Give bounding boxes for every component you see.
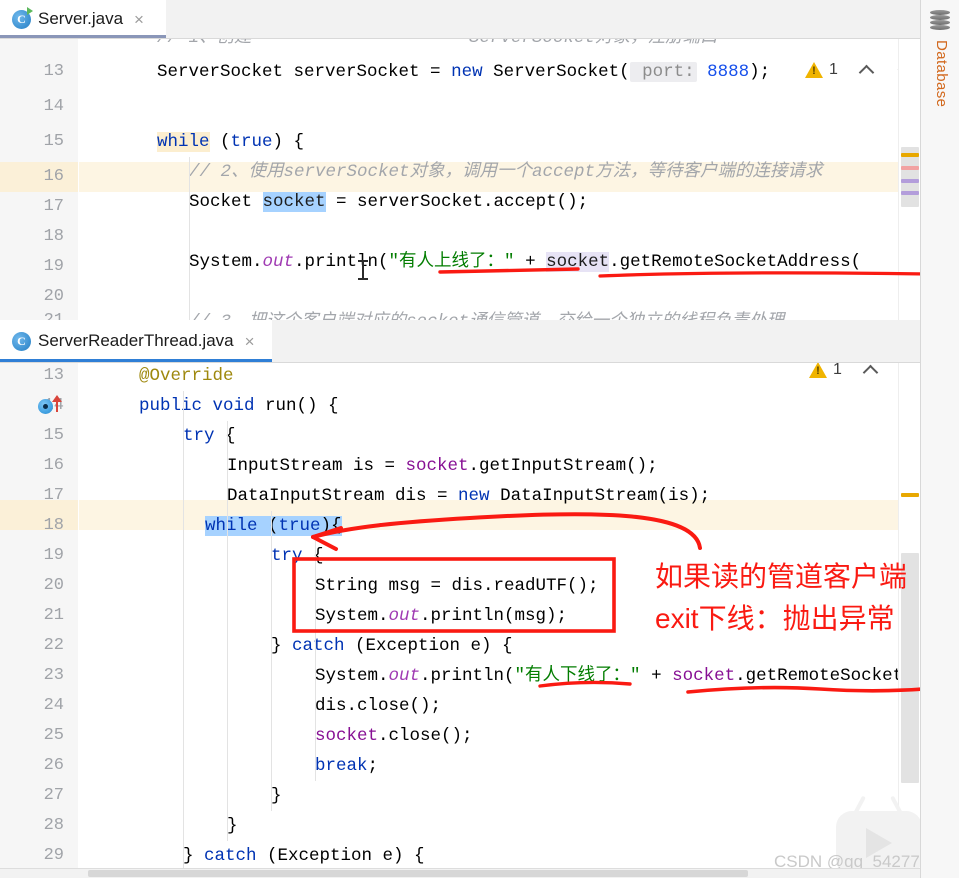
right-tool-sidebar: Database bbox=[920, 0, 959, 878]
horizontal-scrollbar-thumb[interactable] bbox=[88, 870, 748, 877]
current-line-highlight-gutter bbox=[0, 162, 78, 192]
close-icon[interactable]: × bbox=[134, 11, 144, 28]
chevron-up-icon[interactable] bbox=[862, 363, 879, 379]
line-number: 22 bbox=[43, 636, 64, 655]
code-line: @Override bbox=[139, 366, 234, 386]
chevron-up-icon[interactable] bbox=[858, 62, 875, 79]
line-number: 21 bbox=[43, 606, 64, 625]
code-line: } catch (Exception e) { bbox=[271, 636, 513, 656]
indent-guide bbox=[315, 541, 316, 781]
line-number: 18 bbox=[43, 516, 64, 535]
code-line: String msg = dis.readUTF(); bbox=[315, 576, 599, 596]
line-number: 17 bbox=[43, 197, 64, 216]
code-line: // 3、把这个客户端对应的socket通信管道，交给一个独立的线程负责处理。 bbox=[189, 307, 802, 320]
override-method-icon[interactable] bbox=[52, 395, 62, 412]
marker-usage bbox=[901, 191, 919, 195]
marker-error bbox=[901, 166, 919, 170]
tabbar-bottom: ServerReaderThread.java × bbox=[0, 320, 921, 363]
warning-triangle-icon[interactable] bbox=[809, 363, 827, 378]
line-number: 24 bbox=[43, 696, 64, 715]
line-number: 14 bbox=[43, 97, 64, 116]
horizontal-scrollbar-track[interactable] bbox=[0, 868, 921, 878]
line-number: 15 bbox=[43, 132, 64, 151]
code-editor-top[interactable]: 13 14 15 16 17 18 19 20 21 − // 1、创建 Ser… bbox=[0, 39, 921, 320]
red-note-line-2: exit下线：抛出异常 bbox=[655, 603, 895, 634]
line-number: 26 bbox=[43, 756, 64, 775]
code-line: socket.close(); bbox=[315, 726, 473, 746]
current-line-highlight-gutter bbox=[0, 500, 78, 530]
tabbar-top: Server.java × bbox=[0, 0, 921, 39]
line-number: 27 bbox=[43, 786, 64, 805]
warning-count: 1 bbox=[833, 363, 842, 378]
line-number: 16 bbox=[43, 167, 64, 186]
code-line: } bbox=[227, 816, 238, 836]
tab-title: Server.java bbox=[38, 9, 124, 28]
code-line: Socket socket = serverSocket.accept(); bbox=[189, 192, 589, 212]
line-number: 13 bbox=[43, 366, 64, 385]
warning-count: 1 bbox=[829, 61, 838, 78]
code-line: dis.close(); bbox=[315, 696, 442, 716]
indent-guide bbox=[271, 511, 272, 811]
editor-pane-serverreaderthread: ServerReaderThread.java × 13 14 15 16 17… bbox=[0, 320, 921, 878]
code-line: InputStream is = socket.getInputStream()… bbox=[227, 456, 658, 476]
close-icon[interactable]: × bbox=[245, 333, 255, 350]
tab-active-underline bbox=[0, 35, 166, 38]
java-class-run-icon bbox=[12, 6, 33, 29]
line-number: 28 bbox=[43, 816, 64, 835]
line-number: 29 bbox=[43, 846, 64, 865]
line-number: 25 bbox=[43, 726, 64, 745]
line-number: 18 bbox=[43, 227, 64, 246]
code-line: while (true){ bbox=[205, 516, 342, 536]
code-line: System.out.println("有人上线了：" + socket.get… bbox=[189, 252, 862, 272]
editor-pane-server: Server.java × 13 14 15 16 17 18 19 20 21… bbox=[0, 0, 921, 320]
line-number: 23 bbox=[43, 666, 64, 685]
code-line: break; bbox=[315, 756, 379, 776]
indent-guide bbox=[227, 421, 228, 841]
code-line: } catch (Exception e) { bbox=[183, 846, 425, 866]
tab-server-java[interactable]: Server.java × bbox=[0, 0, 166, 38]
line-number: 19 bbox=[43, 257, 64, 276]
line-number: 16 bbox=[43, 456, 64, 475]
marker-gutter-top[interactable] bbox=[898, 39, 921, 320]
code-line: // 2、使用serverSocket对象，调用一个accept方法，等待客户端… bbox=[189, 162, 823, 182]
code-line: public void run() { bbox=[139, 396, 339, 416]
code-line: ServerSocket serverSocket = new ServerSo… bbox=[157, 62, 771, 82]
code-area-top[interactable]: // 1、创建 ServerSocket对象，注册端口 ServerSocket… bbox=[79, 39, 921, 320]
line-number: 20 bbox=[43, 576, 64, 595]
line-number: 17 bbox=[43, 486, 64, 505]
line-number-gutter-top: 13 14 15 16 17 18 19 20 21 bbox=[0, 39, 79, 320]
java-class-icon bbox=[12, 331, 31, 351]
line-number: 19 bbox=[43, 546, 64, 565]
marker-warning bbox=[901, 493, 919, 497]
line-number: 21 bbox=[44, 306, 64, 320]
marker-usage bbox=[901, 179, 919, 183]
code-line: // 1、创建 bbox=[157, 39, 252, 53]
marker-warning bbox=[901, 153, 919, 157]
tab-serverreaderthread-java[interactable]: ServerReaderThread.java × bbox=[0, 320, 272, 362]
text-cursor-ibeam bbox=[358, 260, 368, 280]
code-line: ServerSocket对象，注册端口 bbox=[469, 39, 718, 53]
code-line: while (true) { bbox=[157, 132, 305, 152]
run-gutter-icon[interactable] bbox=[38, 399, 53, 414]
code-line: System.out.println("有人下线了：" + socket.get… bbox=[315, 666, 904, 686]
red-note-line-1: 如果读的管道客户端 bbox=[655, 561, 908, 592]
indent-guide bbox=[183, 391, 184, 871]
code-line: } bbox=[271, 786, 282, 806]
tab-title: ServerReaderThread.java bbox=[38, 331, 234, 350]
code-line: System.out.println(msg); bbox=[315, 606, 568, 626]
line-number-gutter-bottom: 13 14 15 16 17 18 19 20 21 22 23 24 25 2… bbox=[0, 363, 79, 878]
warning-triangle-icon[interactable] bbox=[805, 62, 823, 78]
tab-active-underline bbox=[0, 359, 272, 362]
ide-screenshot: Server.java × 13 14 15 16 17 18 19 20 21… bbox=[0, 0, 959, 878]
code-line: DataInputStream dis = new DataInputStrea… bbox=[227, 486, 711, 506]
line-number: 13 bbox=[43, 62, 64, 81]
sidebar-item-database[interactable]: Database bbox=[930, 40, 950, 107]
indent-guide bbox=[189, 157, 190, 320]
line-number: 15 bbox=[43, 426, 64, 445]
database-icon bbox=[930, 10, 950, 32]
